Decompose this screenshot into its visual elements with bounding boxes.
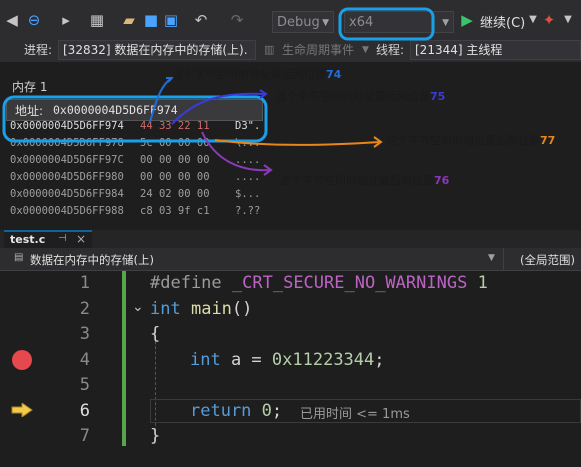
line-number: 6 <box>79 400 90 421</box>
editor-nav-bar: ▤ 数据在内存中的存储(上) ▼ (全局范围) <box>0 248 581 271</box>
editor-tab-bar: test.c ⊣ × <box>0 230 581 248</box>
code-editor[interactable]: ⌄ 1 #define _CRT_SECURE_NO_WARNINGS 1 2 int… <box>0 271 581 467</box>
line-number: 5 <box>79 375 90 395</box>
change-indicator <box>122 271 126 446</box>
code-line[interactable]: { <box>150 324 160 344</box>
fold-chevron-icon[interactable]: ⌄ <box>132 299 144 315</box>
global-scope-select[interactable]: (全局范围) <box>520 252 575 268</box>
chevron-down-icon[interactable]: ▼ <box>488 253 495 263</box>
line-number: 1 <box>79 273 90 293</box>
code-line[interactable]: int main() <box>150 299 252 319</box>
line-number: 7 <box>79 426 90 446</box>
project-scope-select[interactable]: 数据在内存中的存储(上) <box>30 252 154 268</box>
file-icon: ▤ <box>14 252 24 263</box>
code-line[interactable]: int a = 0x11223344; <box>190 350 385 370</box>
divider <box>503 248 504 270</box>
pin-icon[interactable]: ⊣ <box>58 233 67 244</box>
annotation-75: 这个字节空间的地址最后两位是75 <box>276 90 446 103</box>
annotation-74-number: 74 <box>326 68 342 81</box>
indent-guide <box>155 331 157 441</box>
code-line[interactable]: #define _CRT_SECURE_NO_WARNINGS 1 <box>150 273 488 293</box>
current-line-arrow-icon <box>11 402 33 418</box>
close-icon[interactable]: × <box>76 232 86 246</box>
highlight-address-box <box>2 95 268 143</box>
code-line[interactable]: } <box>150 426 160 446</box>
breakpoint-icon[interactable] <box>12 350 32 370</box>
annotation-layer <box>2 7 435 176</box>
arrow-76 <box>201 131 271 172</box>
annotation-77: 这个字节空间的地址最后两位是77 <box>386 134 556 147</box>
highlight-platform-box <box>338 7 435 41</box>
elapsed-time-hint: 已用时间 <= 1ms <box>300 407 410 422</box>
annotation-76: 这个字节空间的地址最后两位是76 <box>280 174 450 187</box>
line-number: 4 <box>79 349 90 370</box>
tab-test-c[interactable]: test.c ⊣ × <box>4 230 92 248</box>
arrow-74 <box>149 77 173 123</box>
annotation-75-number: 75 <box>430 90 446 103</box>
annotation-74: 这个字节空间的地址最后两位是74 <box>172 68 342 81</box>
code-line[interactable]: return 0; <box>190 401 282 421</box>
line-number: 3 <box>79 324 90 344</box>
annotation-76-number: 76 <box>434 174 450 187</box>
line-number: 2 <box>79 298 90 319</box>
annotation-77-number: 77 <box>540 134 556 147</box>
tab-label: test.c <box>10 233 46 246</box>
